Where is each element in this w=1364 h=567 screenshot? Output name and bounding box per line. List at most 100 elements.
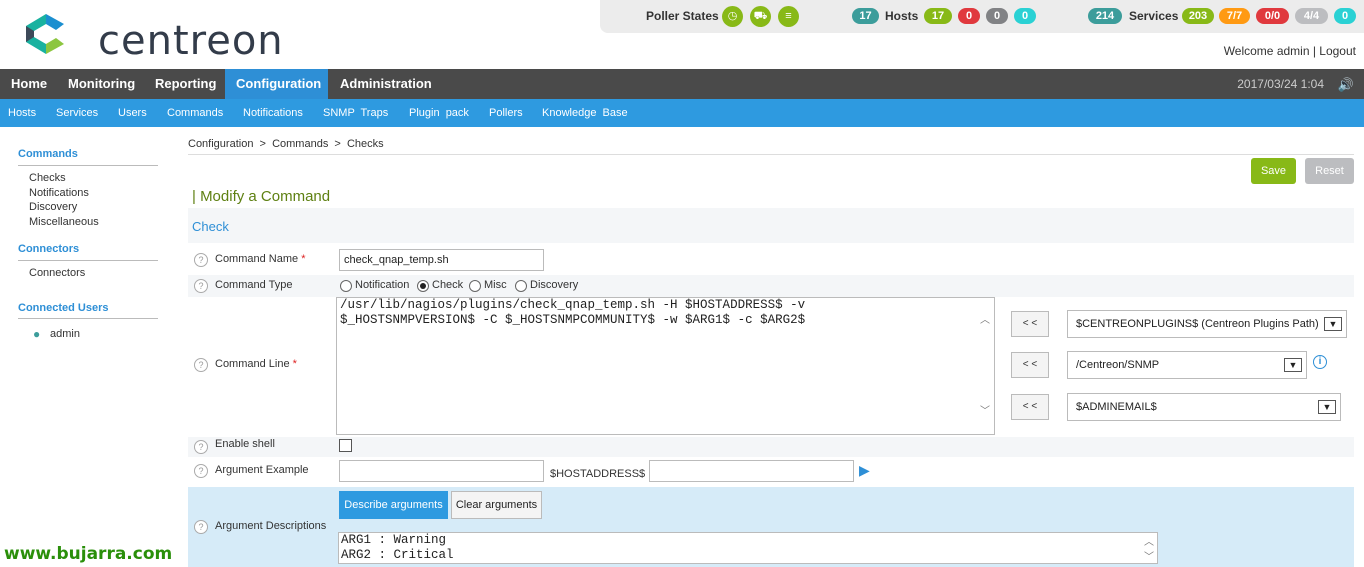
command-name-row: ? Command Name * check_qnap_temp.sh bbox=[188, 245, 1354, 275]
page-title: | Modify a Command bbox=[192, 188, 331, 205]
submenu-hosts[interactable]: Hosts bbox=[8, 99, 36, 127]
datetime: 2017/03/24 1:04 bbox=[1237, 77, 1324, 91]
macro-select-resource[interactable]: /Centreon/SNMP ▼ bbox=[1067, 351, 1307, 379]
play-icon[interactable]: ▶ bbox=[859, 462, 870, 479]
scroll-down-icon[interactable]: ﹀ bbox=[978, 402, 992, 417]
section-header: Check bbox=[188, 208, 1354, 243]
menu-configuration[interactable]: Configuration bbox=[225, 69, 328, 99]
help-icon[interactable]: ? bbox=[194, 279, 208, 293]
top-status-bar: Poller States ◷ ⛟ ≡ 17 Hosts 17 0 0 0 21… bbox=[600, 0, 1364, 33]
services-ok-badge[interactable]: 203 bbox=[1182, 8, 1214, 24]
hosts-up-badge[interactable]: 17 bbox=[924, 8, 952, 24]
sidebar-connected-users-title: Connected Users bbox=[18, 302, 109, 314]
command-line-label: Command Line * bbox=[215, 358, 297, 370]
menu-reporting[interactable]: Reporting bbox=[144, 69, 227, 99]
macro-select-admin[interactable]: $ADMINEMAIL$ ▼ bbox=[1067, 393, 1341, 421]
clock-icon[interactable]: ◷ bbox=[722, 6, 743, 27]
help-icon[interactable]: ? bbox=[194, 358, 208, 372]
info-icon[interactable]: i bbox=[1313, 355, 1327, 369]
macro-select-value: /Centreon/SNMP bbox=[1076, 359, 1160, 371]
help-icon[interactable]: ? bbox=[194, 464, 208, 478]
connected-user[interactable]: admin bbox=[50, 328, 80, 340]
main-menu: Home Monitoring Reporting Configuration … bbox=[0, 69, 1364, 99]
hosts-unreachable-badge[interactable]: 0 bbox=[986, 8, 1008, 24]
menu-administration[interactable]: Administration bbox=[329, 69, 443, 99]
scroll-down-icon[interactable]: ﹀ bbox=[1142, 548, 1156, 563]
enable-shell-checkbox[interactable] bbox=[339, 439, 352, 452]
submenu-pollers[interactable]: Pollers bbox=[489, 99, 523, 127]
submenu-notifications[interactable]: Notifications bbox=[243, 99, 303, 127]
radio-notification-label: Notification bbox=[355, 279, 410, 291]
command-name-input[interactable]: check_qnap_temp.sh bbox=[339, 249, 544, 271]
services-pending-badge[interactable]: 0 bbox=[1334, 8, 1356, 24]
submenu-commands[interactable]: Commands bbox=[167, 99, 223, 127]
menu-home[interactable]: Home bbox=[0, 69, 58, 99]
breadcrumb[interactable]: Configuration > Commands > Checks bbox=[188, 138, 384, 150]
database-icon[interactable]: ≡ bbox=[778, 6, 799, 27]
submenu-users[interactable]: Users bbox=[118, 99, 147, 127]
macro-select-plugins[interactable]: $CENTREONPLUGINS$ (Centreon Plugins Path… bbox=[1067, 310, 1347, 338]
welcome-logout[interactable]: Welcome admin | Logout bbox=[1224, 44, 1356, 58]
command-type-label: Command Type bbox=[215, 279, 293, 291]
clear-arguments-button[interactable]: Clear arguments bbox=[451, 491, 542, 519]
scroll-up-icon[interactable]: ︿ bbox=[1142, 533, 1156, 548]
poller-states-label: Poller States bbox=[646, 9, 719, 23]
services-unknown-badge[interactable]: 4/4 bbox=[1295, 8, 1328, 24]
radio-misc[interactable] bbox=[469, 280, 481, 292]
radio-discovery[interactable] bbox=[515, 280, 527, 292]
sidebar-connectors-title: Connectors bbox=[18, 243, 80, 255]
sidebar-item-miscellaneous[interactable]: Miscellaneous bbox=[29, 216, 99, 228]
command-line-textarea[interactable]: /usr/lib/nagios/plugins/check_qnap_temp.… bbox=[336, 297, 995, 435]
hosts-pending-badge[interactable]: 0 bbox=[1014, 8, 1036, 24]
services-total-badge[interactable]: 214 bbox=[1088, 8, 1122, 24]
radio-misc-label: Misc bbox=[484, 279, 507, 291]
centreon-logo[interactable]: centreon bbox=[16, 10, 286, 64]
logo-text: centreon bbox=[98, 18, 284, 64]
save-button[interactable]: Save bbox=[1251, 158, 1296, 184]
user-icon: ● bbox=[33, 327, 41, 341]
argument-descriptions-label: Argument Descriptions bbox=[215, 520, 327, 532]
header: centreon Poller States ◷ ⛟ ≡ 17 Hosts 17… bbox=[0, 0, 1364, 69]
sidebar-item-discovery[interactable]: Discovery bbox=[29, 201, 77, 213]
describe-arguments-button[interactable]: Describe arguments bbox=[339, 491, 448, 519]
help-icon[interactable]: ? bbox=[194, 253, 208, 267]
radio-check[interactable] bbox=[417, 280, 429, 292]
sidebar-item-connectors[interactable]: Connectors bbox=[29, 267, 85, 279]
help-icon[interactable]: ? bbox=[194, 520, 208, 534]
argument-example-input[interactable] bbox=[339, 460, 544, 482]
poller-icon[interactable]: ⛟ bbox=[750, 6, 771, 27]
macro-select-value: $ADMINEMAIL$ bbox=[1076, 401, 1157, 413]
argument-example-row: ? Argument Example $HOSTADDRESS$ ▶ bbox=[188, 457, 1354, 487]
argument-descriptions-row: ? Argument Descriptions Describe argumen… bbox=[188, 487, 1354, 567]
menu-monitoring[interactable]: Monitoring bbox=[57, 69, 146, 99]
services-label: Services bbox=[1129, 9, 1179, 23]
sidebar-item-notifications[interactable]: Notifications bbox=[29, 187, 89, 199]
submenu-plugin-pack[interactable]: Plugin pack bbox=[409, 99, 469, 127]
argument-descriptions-textarea[interactable]: ARG1 : Warning ARG2 : Critical bbox=[338, 532, 1158, 564]
submenu-knowledge-base[interactable]: Knowledge Base bbox=[542, 99, 628, 127]
insert-macro-button-2[interactable]: < < bbox=[1011, 352, 1049, 378]
macro-select-value: $CENTREONPLUGINS$ (Centreon Plugins Path… bbox=[1076, 318, 1319, 330]
scroll-up-icon[interactable]: ︿ bbox=[978, 311, 992, 326]
radio-check-label: Check bbox=[432, 279, 464, 291]
speaker-icon[interactable]: 🔊 bbox=[1338, 77, 1354, 93]
hosts-total-badge[interactable]: 17 bbox=[852, 8, 879, 24]
help-icon[interactable]: ? bbox=[194, 440, 208, 454]
breadcrumb-divider bbox=[188, 154, 1354, 155]
sidebar-divider bbox=[18, 165, 158, 166]
radio-discovery-label: Discovery bbox=[530, 279, 579, 291]
sidebar-divider bbox=[18, 318, 158, 319]
sidebar-item-checks[interactable]: Checks bbox=[29, 172, 66, 184]
reset-button[interactable]: Reset bbox=[1305, 158, 1354, 184]
submenu-snmp-traps[interactable]: SNMP Traps bbox=[323, 99, 388, 127]
hosts-label: Hosts bbox=[885, 9, 919, 23]
centreon-logo-icon bbox=[26, 14, 64, 54]
hostaddress-input[interactable] bbox=[649, 460, 854, 482]
insert-macro-button-1[interactable]: < < bbox=[1011, 311, 1049, 337]
hosts-down-badge[interactable]: 0 bbox=[958, 8, 980, 24]
insert-macro-button-3[interactable]: < < bbox=[1011, 394, 1049, 420]
services-critical-badge[interactable]: 0/0 bbox=[1256, 8, 1289, 24]
submenu-services[interactable]: Services bbox=[56, 99, 98, 127]
radio-notification[interactable] bbox=[340, 280, 352, 292]
services-warning-badge[interactable]: 7/7 bbox=[1219, 8, 1250, 24]
